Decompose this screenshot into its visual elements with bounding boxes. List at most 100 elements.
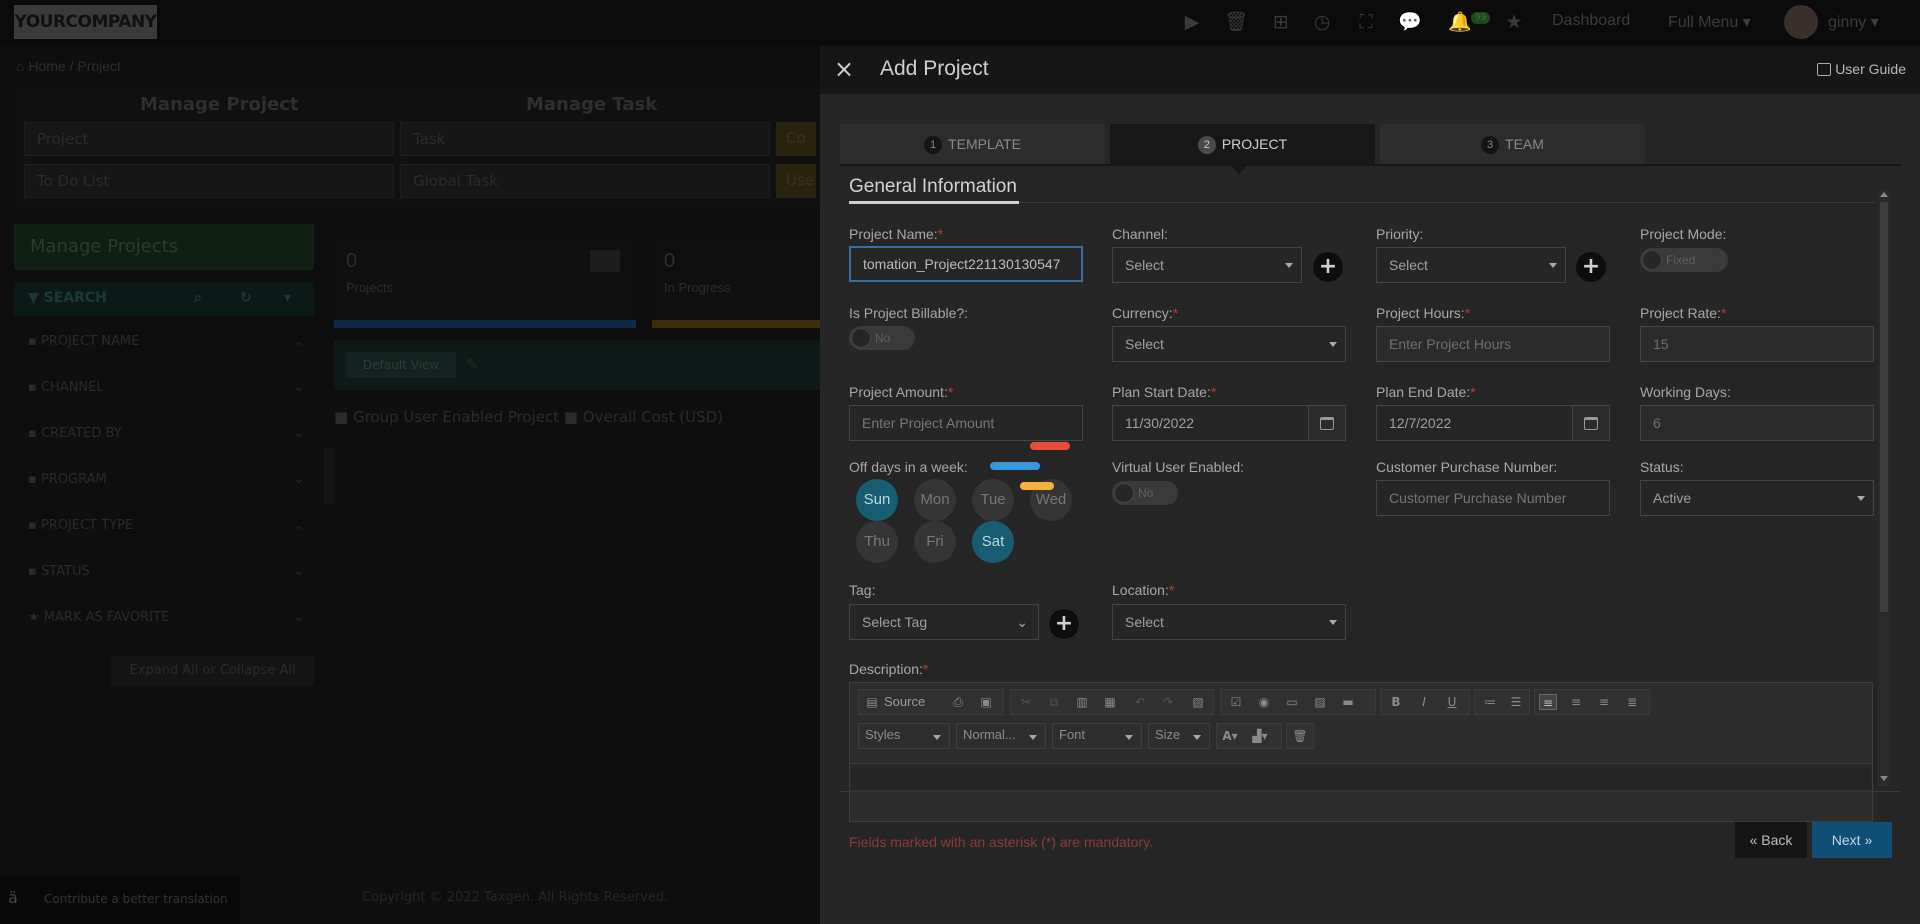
project-hours-input[interactable]: Enter Project Hours	[1376, 326, 1610, 362]
scroll-up-icon[interactable]	[1880, 192, 1888, 197]
currency-select[interactable]: Select	[1112, 326, 1346, 362]
caret-icon[interactable]: ▾	[284, 290, 291, 306]
textfield-icon[interactable]: ▭	[1283, 694, 1301, 710]
bullet-list-icon[interactable]: ☰	[1507, 694, 1525, 710]
nav-cell-project[interactable]: Project	[24, 122, 394, 156]
chat-icon[interactable]: 💬	[1398, 10, 1422, 34]
hidden-field-icon[interactable]: ▬	[1339, 694, 1357, 710]
styles-dropdown[interactable]: Styles	[858, 723, 950, 749]
project-rate-input[interactable]: 15	[1640, 326, 1874, 362]
copy-icon[interactable]: ⧉	[1045, 694, 1063, 710]
undo-icon[interactable]: ↶	[1131, 694, 1149, 710]
bell-icon[interactable]: 🔔	[1448, 10, 1472, 34]
editor-content-area[interactable]	[851, 763, 1871, 789]
project-name-input[interactable]: tomation_Project221130130547	[849, 246, 1083, 282]
text-color-icon[interactable]: A▾	[1221, 728, 1239, 744]
full-menu-link[interactable]: Full Menu ▾	[1668, 12, 1751, 32]
checkbox-icon[interactable]: ☑	[1227, 694, 1245, 710]
project-amount-input[interactable]: Enter Project Amount	[849, 405, 1083, 441]
numbered-list-icon[interactable]: ≔	[1481, 694, 1499, 710]
format-dropdown[interactable]: Normal...	[956, 723, 1046, 749]
back-button[interactable]: « Back	[1735, 822, 1807, 858]
templates-icon[interactable]: ▣	[977, 694, 995, 710]
delete-icon[interactable]: 🗑	[1291, 728, 1309, 744]
italic-icon[interactable]: I	[1415, 694, 1433, 710]
plan-start-input[interactable]: 11/30/2022	[1112, 405, 1309, 441]
project-mode-toggle[interactable]: Fixed	[1640, 248, 1728, 272]
align-left-icon[interactable]: ≡	[1539, 694, 1557, 710]
plan-start-calendar-button[interactable]	[1308, 405, 1346, 441]
form-scrollbar[interactable]	[1878, 190, 1890, 786]
priority-select[interactable]: Select	[1376, 247, 1566, 283]
day-fri[interactable]: Fri	[914, 521, 956, 563]
billable-toggle[interactable]: No	[849, 326, 915, 350]
status-select[interactable]: Active	[1640, 480, 1874, 516]
day-tue[interactable]: Tue	[972, 479, 1014, 521]
add-priority-button[interactable]: +	[1576, 252, 1606, 282]
tab-team[interactable]: 3 TEAM	[1380, 124, 1645, 164]
cut-icon[interactable]: ✂	[1017, 694, 1035, 710]
plan-end-calendar-button[interactable]	[1572, 405, 1610, 441]
day-sat[interactable]: Sat	[972, 521, 1014, 563]
font-dropdown[interactable]: Font	[1052, 723, 1142, 749]
day-mon[interactable]: Mon	[914, 479, 956, 521]
dashboard-link[interactable]: Dashboard	[1552, 12, 1630, 30]
image-icon[interactable]: ▧	[1189, 694, 1207, 710]
nav-cell-gold-1[interactable]: Co	[776, 122, 816, 156]
tab-template[interactable]: 1 TEMPLATE	[840, 124, 1105, 164]
user-menu[interactable]: ginny ▾	[1828, 12, 1879, 32]
day-sun[interactable]: Sun	[856, 479, 898, 521]
scroll-down-icon[interactable]	[1880, 776, 1888, 781]
play-icon[interactable]: ▶	[1180, 10, 1204, 34]
redo-icon[interactable]: ↷	[1159, 694, 1177, 710]
tag-select[interactable]: Select Tag ⌄	[849, 604, 1039, 640]
search-bar[interactable]: ▼ SEARCH ⌕ ↻ ▾	[14, 282, 314, 316]
scrollbar-thumb[interactable]	[1880, 202, 1888, 612]
avatar[interactable]	[1784, 5, 1818, 39]
default-view-button[interactable]: Default View	[346, 352, 456, 378]
virtual-user-toggle[interactable]: No	[1112, 481, 1178, 505]
align-center-icon[interactable]: ≡	[1567, 694, 1585, 710]
add-channel-button[interactable]: +	[1313, 252, 1343, 282]
fullscreen-icon[interactable]: ⛶	[1354, 10, 1378, 34]
filter-status[interactable]: ▪ STATUS ⌄	[28, 564, 304, 584]
align-right-icon[interactable]: ≡	[1595, 694, 1613, 710]
size-dropdown[interactable]: Size	[1148, 723, 1210, 749]
add-tag-button[interactable]: +	[1049, 609, 1079, 639]
filter-created-by[interactable]: ▪ CREATED BY ⌄	[28, 426, 304, 446]
channel-select[interactable]: Select	[1112, 247, 1302, 283]
plan-end-input[interactable]: 12/7/2022	[1376, 405, 1573, 441]
underline-icon[interactable]: U	[1443, 694, 1461, 710]
nav-cell-task[interactable]: Task	[400, 122, 770, 156]
org-chart-icon[interactable]: ⊞	[1266, 10, 1296, 34]
bg-color-icon[interactable]: ▟▾	[1251, 728, 1269, 744]
search-icon[interactable]: ⌕	[194, 290, 202, 306]
filter-program[interactable]: ▪ PROGRAM ⌄	[28, 472, 304, 492]
source-button[interactable]: Source	[884, 694, 925, 709]
working-days-input[interactable]: 6	[1640, 405, 1874, 441]
star-icon[interactable]: ★	[1502, 10, 1526, 34]
preview-icon[interactable]: ⎙	[949, 694, 967, 710]
nav-cell-global-task[interactable]: Global Task	[400, 164, 770, 198]
filter-channel[interactable]: ▪ CHANNEL ⌄	[28, 380, 304, 400]
filter-favorite[interactable]: ★ MARK AS FAVORITE ⌄	[28, 610, 304, 630]
filter-project-name[interactable]: ▪ PROJECT NAME ⌄	[28, 334, 304, 354]
nav-cell-todo[interactable]: To Do List	[24, 164, 394, 198]
align-justify-icon[interactable]: ≣	[1623, 694, 1641, 710]
panel-collapse-handle[interactable]	[324, 448, 334, 504]
source-icon[interactable]: ▤	[863, 694, 881, 710]
tab-project[interactable]: 2 PROJECT	[1110, 124, 1375, 164]
customer-po-input[interactable]: Customer Purchase Number	[1376, 480, 1610, 516]
trash-icon[interactable]: 🗑	[1224, 10, 1248, 34]
image-button-icon[interactable]: ▨	[1311, 694, 1329, 710]
close-icon[interactable]: ×	[834, 56, 854, 82]
company-logo[interactable]: YOURCOMPANY	[14, 5, 157, 39]
day-thu[interactable]: Thu	[856, 521, 898, 563]
user-guide-link[interactable]: User Guide	[1817, 61, 1906, 77]
clock-icon[interactable]: ◷	[1310, 10, 1334, 34]
filter-project-type[interactable]: ▪ PROJECT TYPE ⌄	[28, 518, 304, 538]
translation-footer[interactable]: Contribute a better translation	[0, 876, 240, 924]
refresh-icon[interactable]: ↻	[240, 290, 252, 306]
location-select[interactable]: Select	[1112, 604, 1346, 640]
expand-collapse-button[interactable]: Expand All or Collapse All	[110, 656, 315, 686]
